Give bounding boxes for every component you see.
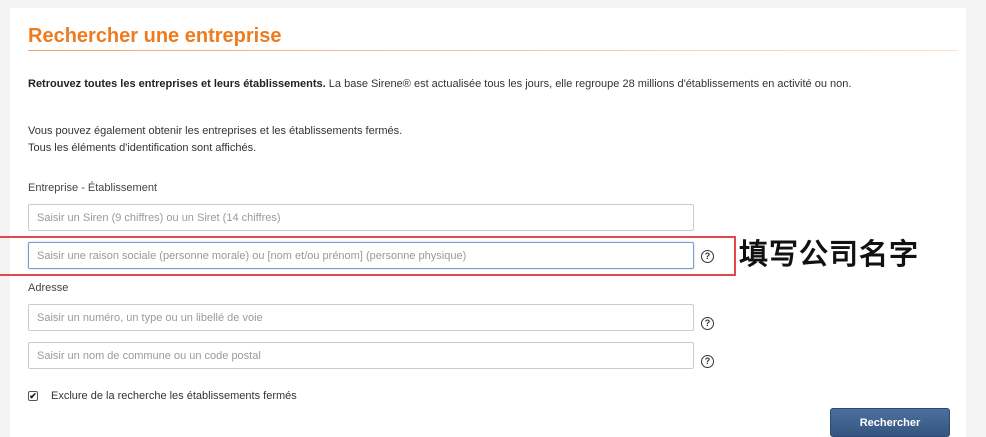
- annotation-text: 填写公司名字: [739, 237, 920, 271]
- search-button[interactable]: Rechercher: [830, 408, 950, 437]
- exclude-closed-checkbox[interactable]: ✔: [28, 391, 38, 401]
- intro-text: Retrouvez toutes les entreprises et leur…: [28, 74, 958, 94]
- title-divider: [28, 50, 958, 51]
- siren-siret-input[interactable]: [28, 204, 694, 231]
- commune-postal-input[interactable]: [28, 342, 694, 369]
- intro-bold: Retrouvez toutes les entreprises et leur…: [28, 78, 326, 90]
- street-input[interactable]: [28, 304, 694, 331]
- help-icon[interactable]: ?: [701, 317, 714, 330]
- info-line-2: Tous les éléments d'identification sont …: [28, 142, 257, 154]
- exclude-closed-label[interactable]: Exclure de la recherche les établissemen…: [51, 390, 297, 402]
- help-icon[interactable]: ?: [701, 355, 714, 368]
- adresse-section-label: Adresse: [28, 282, 69, 294]
- help-icon[interactable]: ?: [701, 250, 714, 263]
- page-title: Rechercher une entreprise: [28, 25, 282, 47]
- search-panel: Rechercher une entreprise Retrouvez tout…: [10, 8, 966, 437]
- exclude-closed-option[interactable]: ✔ Exclure de la recherche les établissem…: [28, 388, 297, 404]
- intro-rest: La base Sirene® est actualisée tous les …: [325, 78, 852, 90]
- entreprise-section-label: Entreprise - Établissement: [28, 182, 157, 194]
- info-line-1: Vous pouvez également obtenir les entrep…: [28, 125, 403, 137]
- company-name-input[interactable]: [28, 242, 694, 269]
